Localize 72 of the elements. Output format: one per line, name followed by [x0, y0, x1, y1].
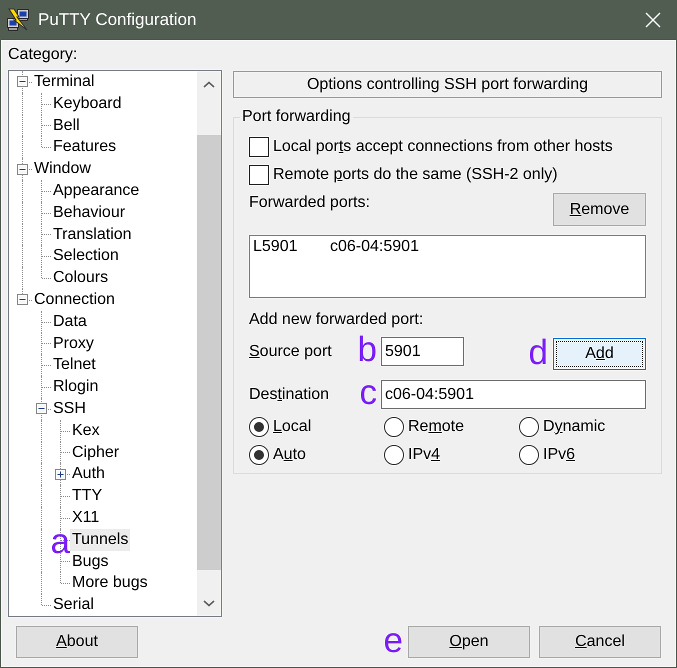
annotation-letter: a — [50, 528, 70, 555]
checkbox[interactable] — [249, 165, 269, 185]
radio-label[interactable]: Local — [273, 417, 312, 437]
tree-item[interactable]: Rlogin — [51, 376, 100, 398]
tree-item[interactable]: Kex — [70, 420, 102, 442]
plus-box-icon[interactable] — [55, 468, 66, 480]
source-port-field[interactable]: 5901 — [381, 337, 464, 366]
scrollbar-thumb[interactable] — [197, 135, 221, 570]
tree-item[interactable]: Terminal — [32, 71, 96, 93]
minus-box-icon[interactable] — [17, 294, 28, 306]
category-label: Category: — [8, 46, 78, 64]
group-title: Port forwarding — [241, 108, 352, 126]
tree-item[interactable]: Data — [51, 310, 89, 333]
tree-item[interactable]: Cipher — [70, 442, 122, 464]
close-icon[interactable] — [645, 12, 661, 28]
chevron-down-icon[interactable] — [203, 600, 215, 606]
add-button[interactable]: Add — [553, 338, 646, 370]
radio-label[interactable]: IPv6 — [543, 445, 576, 465]
destination-label: Destination — [249, 384, 330, 404]
radio-label[interactable]: Dynamic — [543, 417, 606, 437]
tree-item[interactable]: Keyboard — [51, 92, 124, 115]
forwarded-ports-label: Forwarded ports: — [249, 193, 370, 213]
tree-item[interactable]: Translation — [51, 224, 134, 246]
open-button[interactable]: Open — [408, 626, 530, 658]
tree-item[interactable]: X11 — [70, 506, 102, 529]
list-item[interactable]: L5901 c06-04:5901 — [253, 238, 642, 256]
remove-button[interactable]: Remove — [553, 193, 646, 226]
annotation-letter: d — [528, 340, 548, 366]
tree-item[interactable]: More bugs — [70, 572, 150, 594]
annotation-letter: b — [358, 337, 377, 363]
tree-item[interactable]: SSH — [51, 398, 88, 420]
checkbox-label[interactable]: Local ports accept connections from other hosts — [273, 137, 613, 157]
annotation-letter: c — [360, 380, 377, 406]
section-header: Options controlling SSH port forwarding — [233, 71, 662, 98]
cancel-button[interactable]: Cancel — [539, 626, 661, 658]
chevron-up-icon[interactable] — [203, 80, 215, 88]
tree-item[interactable]: Appearance — [51, 180, 142, 202]
radio-label[interactable]: Remote — [408, 417, 464, 437]
tree-item[interactable]: Telnet — [51, 354, 98, 376]
tree-item[interactable]: Behaviour — [51, 202, 128, 224]
section-label: Add new forwarded port: — [249, 311, 424, 329]
computer-bolt-icon — [6, 8, 30, 32]
radio-button[interactable] — [249, 445, 269, 465]
tree-item[interactable]: Auth — [70, 463, 107, 486]
minus-box-icon[interactable] — [36, 403, 47, 414]
annotation-letter: e — [384, 628, 403, 654]
tree-item[interactable]: Features — [51, 136, 118, 158]
minus-box-icon[interactable] — [17, 164, 28, 175]
radio-button[interactable] — [519, 445, 539, 465]
tree-item[interactable]: TTY — [70, 485, 104, 507]
radio-button[interactable] — [249, 417, 269, 437]
tree-item[interactable]: Window — [32, 158, 93, 180]
tree-item[interactable]: Tunnels — [70, 528, 130, 551]
source-port-label: Source port — [249, 342, 332, 362]
destination-field[interactable]: c06-04:5901 — [381, 380, 646, 409]
checkbox[interactable] — [249, 137, 269, 157]
radio-label[interactable]: Auto — [273, 445, 306, 465]
tree-item[interactable]: Proxy — [51, 332, 96, 354]
tree-item[interactable]: Colours — [51, 267, 110, 289]
tree-item[interactable]: Bell — [51, 114, 82, 136]
tree-item[interactable]: Serial — [51, 594, 96, 616]
radio-button[interactable] — [519, 417, 539, 437]
radio-label[interactable]: IPv4 — [408, 445, 440, 465]
minus-box-icon[interactable] — [17, 76, 28, 88]
tree-item[interactable]: Bugs — [70, 550, 110, 572]
about-button[interactable]: About — [16, 626, 138, 658]
window-title: PuTTY Configuration — [38, 9, 196, 31]
tree-item[interactable]: Connection — [32, 288, 117, 311]
tree-item[interactable]: Selection — [51, 245, 121, 268]
radio-button[interactable] — [384, 417, 404, 437]
radio-button[interactable] — [384, 445, 404, 465]
checkbox-label[interactable]: Remote ports do the same (SSH-2 only) — [273, 165, 558, 185]
